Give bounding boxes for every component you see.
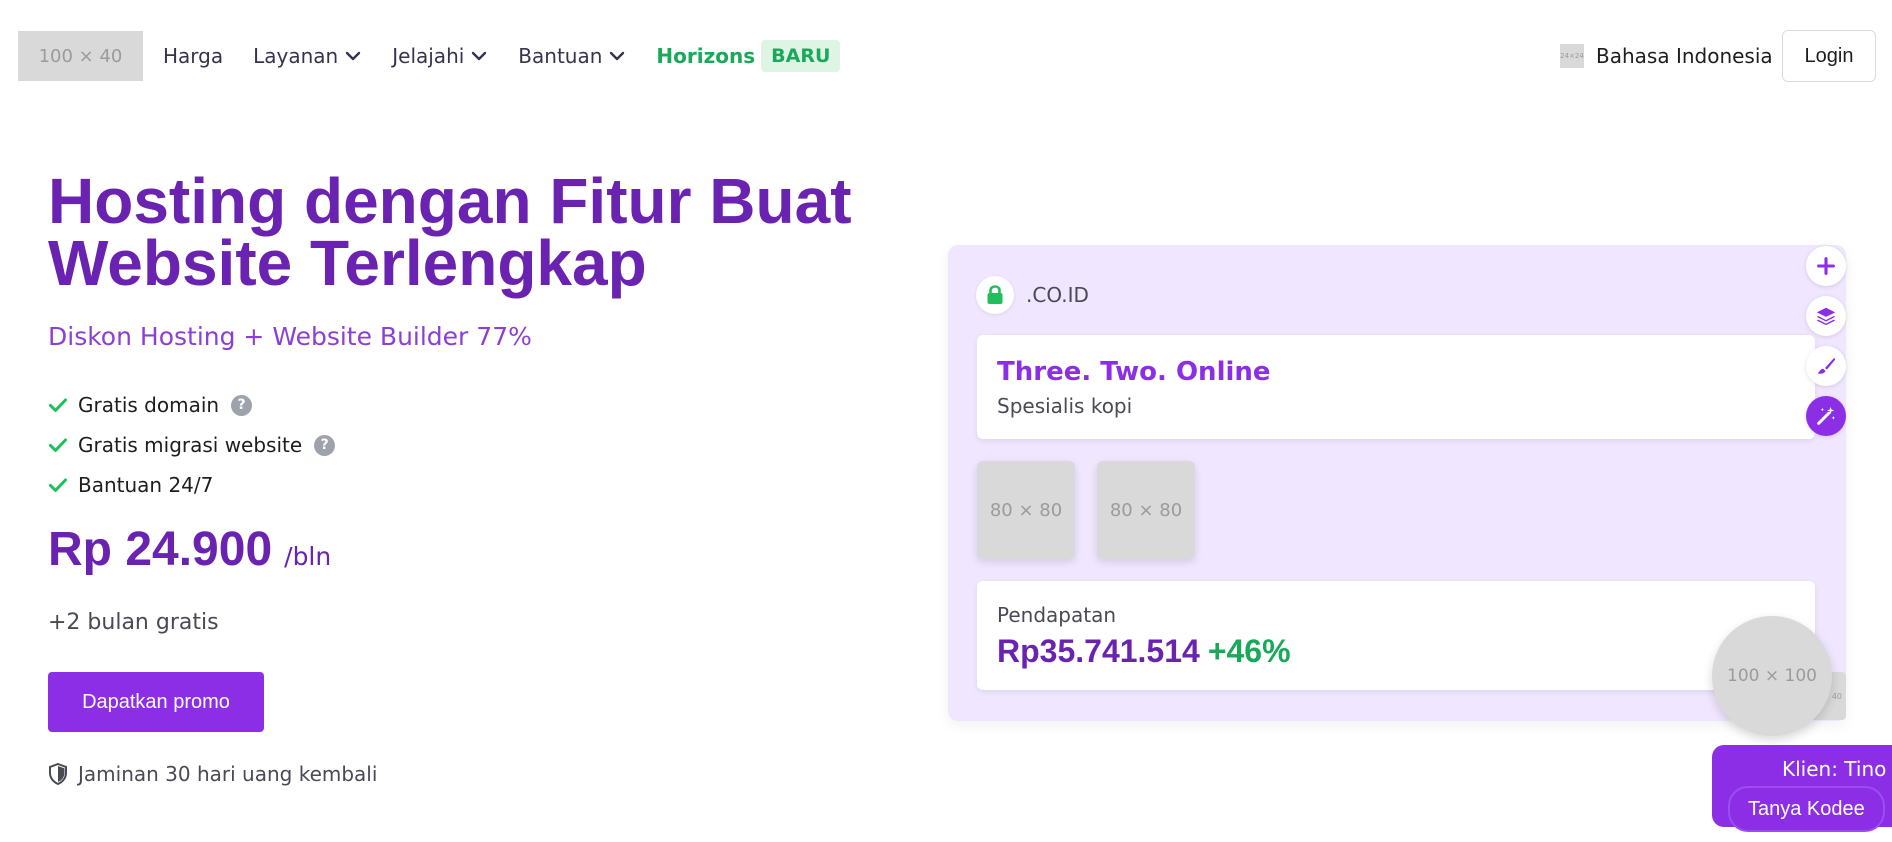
shield-icon [49,763,67,785]
bonus-text: +2 bulan gratis [48,610,219,635]
site-name: Three. Two. Online [997,357,1271,387]
add-tool-button[interactable] [1806,246,1846,286]
site-header: 100 × 40 Harga Layanan Jelajahi Bantuan … [0,0,1892,112]
layers-icon [1816,307,1836,326]
list-item: Gratis migrasi website ? [48,425,336,465]
layers-tool-button[interactable] [1806,296,1846,336]
domain-text: .CO.ID [1026,283,1089,307]
chat-client-label: Klien: Tino T [1782,757,1892,781]
domain-row: .CO.ID [976,276,1089,314]
hero-title-line2: Website Terlengkap [48,227,647,299]
revenue-amount: Rp35.741.514 [997,633,1200,669]
lock-badge [976,276,1014,314]
chevron-down-icon [346,51,361,61]
login-button[interactable]: Login [1782,30,1876,82]
hero-subtitle: Diskon Hosting + Website Builder 77% [48,322,532,351]
nav-layanan-label: Layanan [253,44,339,68]
paint-brush-icon [1817,357,1836,374]
brush-tool-button[interactable] [1806,346,1846,386]
thumbnail-placeholder: 80 × 80 [1097,461,1195,559]
revenue-label: Pendapatan [997,603,1117,627]
ai-magic-tool-button[interactable] [1806,396,1846,436]
list-item: Gratis domain ? [48,385,335,425]
nav-horizons[interactable]: Horizons BARU [656,40,841,72]
site-card: Three. Two. Online Spesialis kopi [977,335,1815,439]
feature-label: Bantuan 24/7 [78,473,214,497]
new-badge: BARU [761,40,841,72]
site-description: Spesialis kopi [997,394,1133,418]
revenue-value: Rp35.741.514 +46% [997,633,1291,670]
hero-title: Hosting dengan Fitur Buat Website Terlen… [48,169,908,295]
plus-icon [1817,257,1835,275]
chevron-down-icon [472,51,487,61]
nav-harga-label: Harga [163,44,224,68]
guarantee: Jaminan 30 hari uang kembali [48,762,377,786]
thumbnail-placeholder: 80 × 80 [977,461,1075,559]
lock-icon [987,285,1003,304]
check-icon [49,478,67,492]
feature-label: Gratis migrasi website [78,433,303,457]
nav-harga[interactable]: Harga [163,44,223,68]
ask-kodee-button[interactable]: Tanya Kodee [1728,786,1885,832]
nav-jelajahi-label: Jelajahi [392,44,465,68]
check-icon [49,398,67,412]
help-icon[interactable]: ? [314,434,336,456]
language-selector[interactable]: 24×24 Bahasa Indonesia [1560,31,1773,81]
guarantee-text: Jaminan 30 hari uang kembali [78,762,378,786]
price-amount: Rp 24.900 [48,523,273,576]
avatar: 100 × 100 [1712,616,1832,736]
main-nav: Harga Layanan Jelajahi Bantuan Horizons … [163,31,841,81]
feature-label: Gratis domain [78,393,220,417]
price-unit: /bln [284,542,332,571]
revenue-growth: +46% [1207,633,1291,669]
magic-wand-icon [1817,406,1836,425]
editor-toolbar [1806,246,1846,436]
logo-placeholder[interactable]: 100 × 40 [18,31,143,81]
nav-jelajahi[interactable]: Jelajahi [392,44,488,68]
nav-bantuan[interactable]: Bantuan [518,44,626,68]
nav-bantuan-label: Bantuan [518,44,603,68]
feature-list: Gratis domain ? Gratis migrasi website ?… [48,385,336,505]
help-icon[interactable]: ? [231,394,253,416]
check-icon [49,438,67,452]
revenue-card: Pendapatan Rp35.741.514 +46% [977,581,1815,690]
flag-icon: 24×24 [1560,44,1584,68]
price: Rp 24.900 /bln [48,522,331,577]
nav-horizons-label: Horizons [656,44,756,68]
chevron-down-icon [610,51,625,61]
language-label: Bahasa Indonesia [1596,44,1773,68]
get-promo-button[interactable]: Dapatkan promo [48,672,264,732]
list-item: Bantuan 24/7 [48,465,335,505]
nav-layanan[interactable]: Layanan [253,44,362,68]
